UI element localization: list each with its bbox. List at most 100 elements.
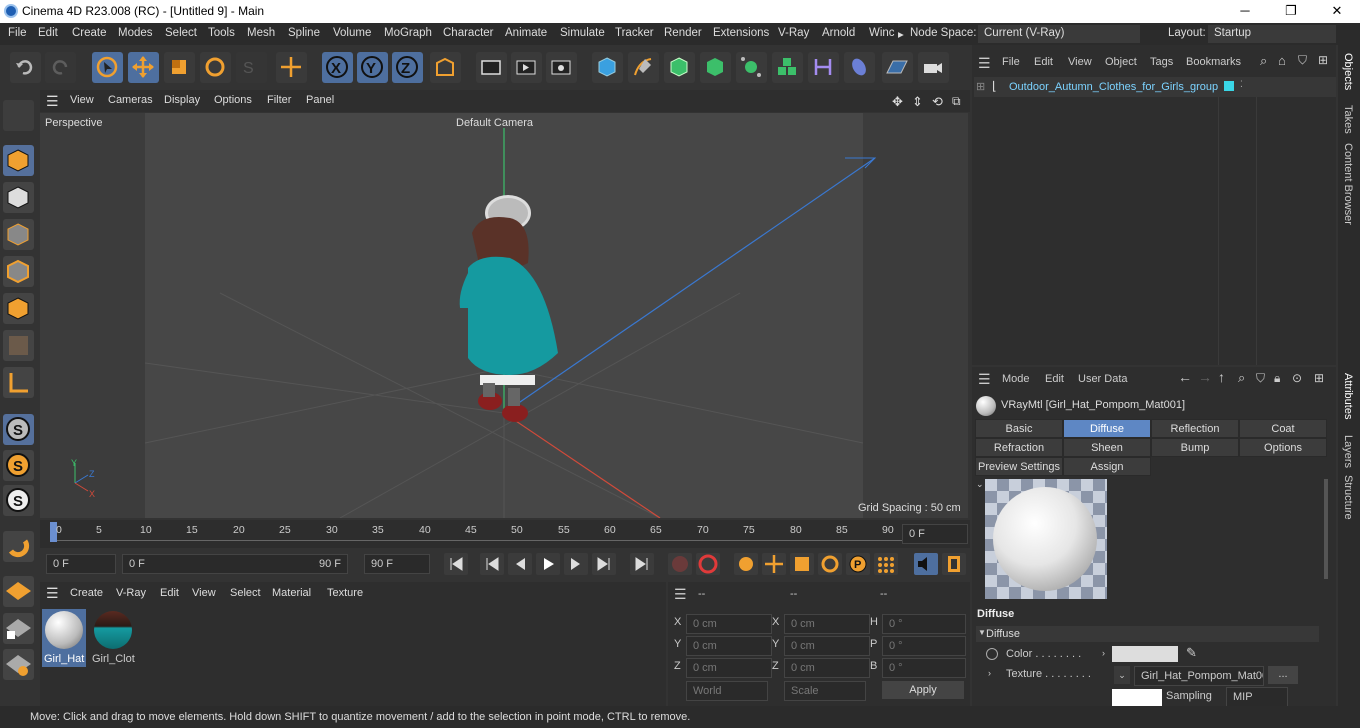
locked-workplane-icon[interactable] (3, 613, 34, 644)
home-icon[interactable]: ⌂ (1278, 53, 1286, 68)
texture-field[interactable]: Girl_Hat_Pompom_Mat001_ (1134, 666, 1264, 686)
menu-character[interactable]: Character (443, 27, 494, 39)
expand-arrow-icon[interactable]: › (988, 668, 991, 678)
mat-menu-select[interactable]: Select (230, 587, 261, 599)
extrude-icon[interactable] (700, 52, 731, 83)
recent-tool-icon[interactable]: S (236, 52, 267, 83)
points-mode-icon[interactable] (3, 219, 34, 250)
live-selection-icon[interactable] (92, 52, 123, 83)
tab-reflection[interactable]: Reflection (1151, 419, 1239, 438)
eyedropper-icon[interactable]: ✎ (1186, 645, 1197, 661)
size-z-field[interactable]: 0 cm (784, 658, 870, 678)
move-tool-icon[interactable] (128, 52, 159, 83)
size-y-field[interactable]: 0 cm (784, 636, 870, 656)
model-mode-icon[interactable] (3, 145, 34, 176)
floor-icon[interactable] (882, 52, 913, 83)
key-pla-icon[interactable] (874, 553, 898, 575)
viewport-menu-panel[interactable]: Panel (306, 94, 334, 106)
menu-volume[interactable]: Volume (333, 27, 371, 39)
frame-range-slider[interactable]: 0 F 90 F (122, 554, 348, 574)
visibility-dots-icon[interactable]: ⁚ (1240, 79, 1243, 90)
history-icon[interactable]: ⊙ (1292, 371, 1302, 385)
y-axis-icon[interactable]: Y (357, 52, 388, 83)
filter-icon[interactable]: ⛉ (1256, 371, 1265, 386)
previous-frame-icon[interactable] (508, 553, 532, 575)
current-frame-field[interactable]: 0 F (902, 524, 968, 544)
key-position-icon[interactable] (762, 553, 786, 575)
mat-menu-vray[interactable]: V-Ray (116, 587, 146, 599)
timeline-ruler[interactable]: 0 5 10 15 20 25 30 35 40 45 50 55 60 65 … (40, 520, 970, 548)
undo-icon[interactable] (10, 52, 41, 83)
mat-menu-material[interactable]: Material (272, 587, 311, 599)
pos-y-field[interactable]: 0 cm (686, 636, 772, 656)
collapse-chevron-icon[interactable]: ⌄ (976, 479, 984, 490)
expand-arrow-icon[interactable]: › (1102, 648, 1105, 658)
layout-dropdown[interactable]: Startup (1208, 25, 1336, 43)
x-axis-icon[interactable]: X (322, 52, 353, 83)
hamburger-icon[interactable]: ☰ (674, 586, 687, 603)
axis-mode-icon[interactable] (3, 367, 34, 398)
hamburger-icon[interactable]: ☰ (46, 93, 59, 110)
cloner-icon[interactable] (736, 52, 767, 83)
filter-icon[interactable]: ⛉ (1298, 53, 1307, 68)
menu-vray[interactable]: V-Ray (778, 27, 809, 39)
lock-icon[interactable]: 🔒︎ (1274, 371, 1280, 386)
texture-options-button[interactable]: ... (1268, 666, 1298, 684)
menu-edit[interactable]: Edit (38, 27, 58, 39)
hamburger-icon[interactable]: ☰ (978, 55, 991, 72)
go-to-end-icon[interactable] (630, 553, 654, 575)
attr-menu-mode[interactable]: Mode (1002, 373, 1030, 385)
attr-menu-userdata[interactable]: User Data (1078, 373, 1128, 385)
size-x-field[interactable]: 0 cm (784, 614, 870, 634)
maximize-button[interactable]: ❐ (1268, 0, 1314, 23)
texture-mode-icon[interactable] (3, 182, 34, 213)
rot-p-field[interactable]: 0 ° (882, 636, 966, 656)
sidetab-content-browser[interactable]: Content Browser (1342, 143, 1354, 225)
obj-menu-tags[interactable]: Tags (1150, 56, 1173, 68)
attr-menu-edit[interactable]: Edit (1045, 373, 1064, 385)
tab-basic[interactable]: Basic (975, 419, 1063, 438)
snap-icon[interactable]: S (3, 414, 34, 445)
texture-dropdown-icon[interactable]: ⌄ (1114, 666, 1130, 684)
menu-modes[interactable]: Modes (118, 27, 153, 39)
animate-toggle-icon[interactable] (986, 648, 998, 660)
deformer-icon[interactable] (808, 52, 839, 83)
viewport-menu-options[interactable]: Options (214, 94, 252, 106)
sidetab-attributes[interactable]: Attributes (1342, 373, 1354, 419)
film-strip-icon[interactable] (942, 553, 966, 575)
menu-animate[interactable]: Animate (505, 27, 547, 39)
subsection-header[interactable]: Diffuse ▼ (976, 626, 1319, 642)
viewport-maximize-icon[interactable]: ⧉ (952, 94, 961, 109)
sampling-dropdown[interactable]: MIP (1226, 687, 1288, 707)
new-window-icon[interactable]: ⊞ (1318, 53, 1328, 67)
viewport-menu-display[interactable]: Display (164, 94, 200, 106)
menu-simulate[interactable]: Simulate (560, 27, 605, 39)
viewport-rotate-icon[interactable]: ⟲ (932, 94, 943, 110)
tab-assign[interactable]: Assign (1063, 457, 1151, 476)
snap-move-icon[interactable] (276, 52, 307, 83)
expand-icon[interactable]: ⊞ (976, 80, 985, 93)
mat-menu-view[interactable]: View (192, 587, 216, 599)
tab-sheen[interactable]: Sheen (1063, 438, 1151, 457)
tab-diffuse[interactable]: Diffuse (1063, 419, 1151, 438)
polygons-mode-icon[interactable] (3, 293, 34, 324)
viewport-zoom-icon[interactable]: ⇕ (912, 94, 923, 110)
viewport-3d[interactable]: Y Z X Perspective Default Camera Grid Sp… (40, 113, 968, 518)
obj-menu-bookmarks[interactable]: Bookmarks (1186, 56, 1241, 68)
rot-h-field[interactable]: 0 ° (882, 614, 966, 634)
workplane-icon[interactable] (3, 576, 34, 607)
scale-tool-icon[interactable] (164, 52, 195, 83)
material-preview[interactable] (985, 479, 1107, 599)
color-swatch[interactable] (1112, 646, 1178, 662)
tab-preview-settings[interactable]: Preview Settings (975, 457, 1063, 476)
obj-menu-object[interactable]: Object (1105, 56, 1137, 68)
render-settings-icon[interactable] (546, 52, 577, 83)
obj-menu-file[interactable]: File (1002, 56, 1020, 68)
workplane-snap-icon[interactable]: S (3, 485, 34, 516)
menu-mograph[interactable]: MoGraph (384, 27, 432, 39)
subdivision-icon[interactable] (664, 52, 695, 83)
menu-select[interactable]: Select (165, 27, 197, 39)
rotate-tool-icon[interactable] (200, 52, 231, 83)
camera-icon[interactable] (918, 52, 949, 83)
sidetab-takes[interactable]: Takes (1342, 105, 1354, 134)
